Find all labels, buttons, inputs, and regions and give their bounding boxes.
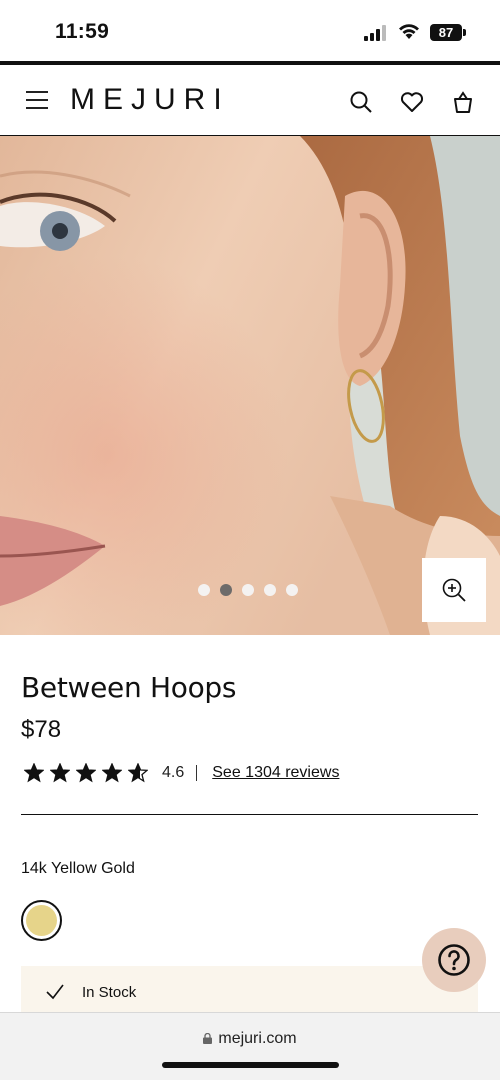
gallery-pagination <box>198 584 298 596</box>
url-text: mejuri.com <box>218 1030 297 1047</box>
product-title: Between Hoops <box>21 671 237 704</box>
rating-row: 4.6 See 1304 reviews <box>24 760 339 786</box>
stock-status: In Stock <box>82 984 137 1001</box>
yellow-gold-swatch <box>26 905 57 936</box>
url-display[interactable]: mejuri.com <box>0 1030 500 1048</box>
star-full-icon <box>50 763 70 783</box>
rating-separator <box>196 765 198 781</box>
wifi-icon <box>399 24 419 39</box>
site-header: MEJURI <box>0 61 500 136</box>
browser-address-bar[interactable]: mejuri.com <box>0 1012 500 1080</box>
lock-icon <box>203 1033 213 1044</box>
product-price: $78 <box>21 716 62 743</box>
zoom-in-icon <box>442 578 466 602</box>
star-full-icon <box>102 763 122 783</box>
star-full-icon <box>24 763 44 783</box>
see-reviews-link[interactable]: See 1304 reviews <box>212 764 339 782</box>
variant-label: 14k Yellow Gold <box>21 860 135 877</box>
gallery-dot[interactable] <box>198 584 210 596</box>
battery-tip <box>463 29 466 36</box>
rating-value: 4.6 <box>162 764 185 781</box>
status-bar: 11:59 87 <box>0 0 500 62</box>
gallery-dot[interactable] <box>242 584 254 596</box>
zoom-button[interactable] <box>422 558 486 622</box>
gallery-dot[interactable] <box>286 584 298 596</box>
product-image-gallery[interactable] <box>0 136 500 635</box>
menu-icon[interactable] <box>26 91 48 109</box>
battery-icon: 87 <box>430 24 462 41</box>
divider <box>21 814 478 815</box>
bag-icon[interactable] <box>450 89 476 115</box>
heart-icon[interactable] <box>399 89 425 115</box>
color-swatch-selected[interactable] <box>21 900 62 941</box>
help-button[interactable] <box>422 928 486 992</box>
brand-logo[interactable]: MEJURI <box>70 83 230 117</box>
gallery-dot[interactable] <box>264 584 276 596</box>
star-half-icon <box>128 763 148 783</box>
rating-stars <box>24 763 148 783</box>
search-icon[interactable] <box>348 89 374 115</box>
question-icon <box>438 944 470 976</box>
star-full-icon <box>76 763 96 783</box>
gallery-dot-active[interactable] <box>220 584 232 596</box>
cellular-signal-icon <box>364 25 386 41</box>
home-indicator[interactable] <box>162 1062 339 1068</box>
status-time: 11:59 <box>55 20 110 43</box>
checkmark-icon <box>46 984 64 1000</box>
